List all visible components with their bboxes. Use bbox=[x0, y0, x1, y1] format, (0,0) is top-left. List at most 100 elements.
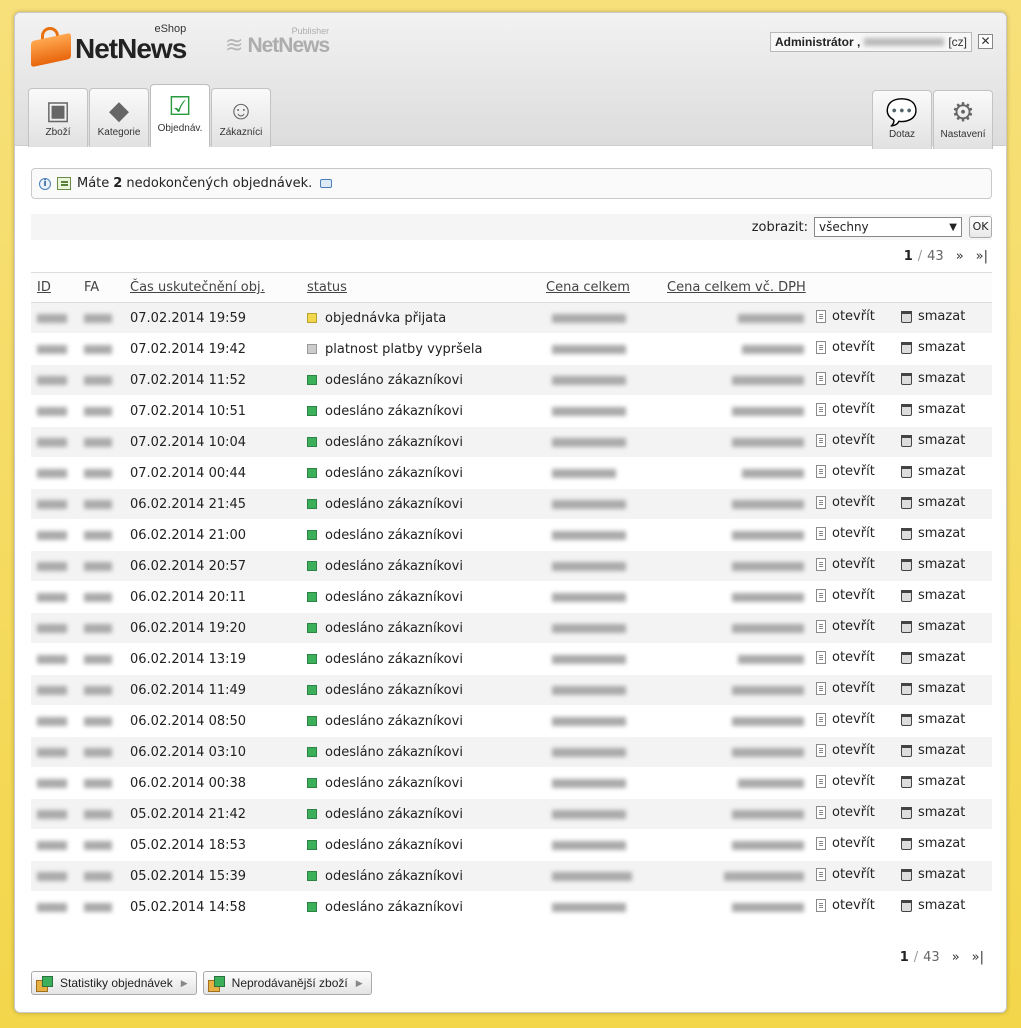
language-switch[interactable]: [cz] bbox=[948, 35, 967, 49]
delete-order-link[interactable]: smazat bbox=[895, 891, 992, 923]
delete-order-link[interactable]: smazat bbox=[895, 333, 992, 365]
table-row[interactable]: 06.02.2014 03:10 odesláno zákazníkovi otev… bbox=[31, 736, 992, 768]
delete-order-link[interactable]: smazat bbox=[895, 550, 992, 582]
open-order-link[interactable]: otevřít bbox=[810, 643, 895, 675]
table-row[interactable]: 05.02.2014 14:58 odesláno zákazníkovi otev… bbox=[31, 891, 992, 923]
table-row[interactable]: 06.02.2014 20:57 odesláno zákazníkovi otev… bbox=[31, 550, 992, 582]
table-row[interactable]: 06.02.2014 20:11 odesláno zákazníkovi otev… bbox=[31, 581, 992, 613]
invoice-redacted bbox=[78, 798, 124, 830]
tab-customers[interactable]: ☺ Zákazníci bbox=[211, 88, 271, 147]
table-row[interactable]: 06.02.2014 08:50 odesláno zákazníkovi otev… bbox=[31, 705, 992, 737]
open-order-link[interactable]: otevřít bbox=[810, 736, 895, 768]
delete-order-link[interactable]: smazat bbox=[895, 798, 992, 830]
order-time: 05.02.2014 18:53 bbox=[124, 829, 301, 861]
delete-order-link[interactable]: smazat bbox=[895, 519, 992, 551]
delete-order-link[interactable]: smazat bbox=[895, 736, 992, 768]
delete-order-link[interactable]: smazat bbox=[895, 860, 992, 892]
open-order-link[interactable]: otevřít bbox=[810, 798, 895, 830]
table-row[interactable]: 06.02.2014 21:00 odesláno zákazníkovi otev… bbox=[31, 519, 992, 551]
table-row[interactable]: 06.02.2014 00:38 odesláno zákazníkovi otev… bbox=[31, 767, 992, 799]
col-price-vat[interactable]: Cena celkem vč. DPH bbox=[661, 272, 810, 303]
open-order-link[interactable]: otevřít bbox=[810, 364, 895, 396]
delete-order-link[interactable]: smazat bbox=[895, 674, 992, 706]
tab-products[interactable]: ▣ Zboží bbox=[28, 88, 88, 147]
table-row[interactable]: 05.02.2014 21:42 odesláno zákazníkovi otev… bbox=[31, 798, 992, 830]
table-row[interactable]: 06.02.2014 13:19 odesláno zákazníkovi otev… bbox=[31, 643, 992, 675]
last-page-button[interactable]: »| bbox=[976, 249, 988, 264]
products-stats-icon bbox=[207, 976, 225, 992]
open-order-link[interactable]: otevřít bbox=[810, 705, 895, 737]
open-order-link[interactable]: otevřít bbox=[810, 395, 895, 427]
delete-order-link[interactable]: smazat bbox=[895, 488, 992, 520]
tab-settings[interactable]: ⚙ Nastavení bbox=[933, 90, 993, 149]
status-icon bbox=[307, 405, 317, 416]
delete-order-link[interactable]: smazat bbox=[895, 612, 992, 644]
top-products-button[interactable]: Neprodávanější zboží ▶ bbox=[202, 971, 372, 995]
comment-icon[interactable] bbox=[320, 179, 333, 188]
open-order-link[interactable]: otevřít bbox=[810, 488, 895, 520]
invoice-redacted bbox=[78, 705, 124, 737]
price-vat-redacted bbox=[661, 705, 810, 737]
open-order-link[interactable]: otevřít bbox=[810, 519, 895, 551]
table-row[interactable]: 07.02.2014 10:51 odesláno zákazníkovi otev… bbox=[31, 395, 992, 427]
col-time[interactable]: Čas uskutečnění obj. bbox=[124, 272, 301, 303]
delete-order-link[interactable]: smazat bbox=[895, 395, 992, 427]
table-row[interactable]: 07.02.2014 19:42 platnost platby vypršela… bbox=[31, 333, 992, 365]
table-row[interactable]: 07.02.2014 11:52 odesláno zákazníkovi otev… bbox=[31, 364, 992, 396]
next-page-button[interactable]: » bbox=[956, 249, 964, 264]
delete-order-link[interactable]: smazat bbox=[895, 767, 992, 799]
delete-order-link[interactable]: smazat bbox=[895, 643, 992, 675]
next-page-button[interactable]: » bbox=[952, 950, 960, 965]
open-order-link[interactable]: otevřít bbox=[810, 333, 895, 365]
open-label: otevřít bbox=[832, 557, 875, 572]
delete-order-link[interactable]: smazat bbox=[895, 705, 992, 737]
table-row[interactable]: 05.02.2014 15:39 odesláno zákazníkovi otev… bbox=[31, 860, 992, 892]
delete-order-link[interactable]: smazat bbox=[895, 829, 992, 861]
open-order-link[interactable]: otevřít bbox=[810, 767, 895, 799]
price-vat-redacted bbox=[661, 891, 810, 923]
table-row[interactable]: 05.02.2014 18:53 odesláno zákazníkovi otev… bbox=[31, 829, 992, 861]
status-label: odesláno zákazníkovi bbox=[325, 372, 463, 388]
delete-order-link[interactable]: smazat bbox=[895, 364, 992, 396]
table-row[interactable]: 07.02.2014 10:04 odesláno zákazníkovi otev… bbox=[31, 426, 992, 458]
invoice-redacted bbox=[78, 364, 124, 396]
publisher-logo[interactable]: ≋ Publisher NetNews bbox=[225, 26, 330, 59]
table-row[interactable]: 07.02.2014 00:44 odesláno zákazníkovi otev… bbox=[31, 457, 992, 489]
table-row[interactable]: 06.02.2014 11:49 odesláno zákazníkovi otev… bbox=[31, 674, 992, 706]
table-row[interactable]: 06.02.2014 21:45 odesláno zákazníkovi otev… bbox=[31, 488, 992, 520]
order-status: odesláno zákazníkovi bbox=[301, 736, 540, 768]
tab-query[interactable]: 💬 Dotaz bbox=[872, 90, 932, 149]
col-status[interactable]: status bbox=[301, 272, 540, 303]
open-order-link[interactable]: otevřít bbox=[810, 612, 895, 644]
col-price[interactable]: Cena celkem bbox=[540, 272, 661, 303]
order-id-redacted bbox=[31, 550, 78, 582]
open-order-link[interactable]: otevřít bbox=[810, 891, 895, 923]
table-row[interactable]: 07.02.2014 19:59 objednávka přijata otevří… bbox=[31, 302, 992, 334]
logout-close-button[interactable]: ✕ bbox=[978, 34, 993, 49]
order-stats-button[interactable]: Statistiky objednávek ▶ bbox=[31, 971, 197, 995]
trash-icon bbox=[901, 868, 912, 881]
tab-orders[interactable]: ☑ Objednáv. bbox=[150, 84, 210, 147]
status-icon bbox=[307, 529, 317, 540]
open-order-link[interactable]: otevřít bbox=[810, 829, 895, 861]
open-order-link[interactable]: otevřít bbox=[810, 426, 895, 458]
open-order-link[interactable]: otevřít bbox=[810, 581, 895, 613]
ok-button[interactable]: OK bbox=[969, 216, 992, 238]
delete-order-link[interactable]: smazat bbox=[895, 426, 992, 458]
invoice-redacted bbox=[78, 302, 124, 334]
delete-order-link[interactable]: smazat bbox=[895, 581, 992, 613]
open-order-link[interactable]: otevřít bbox=[810, 550, 895, 582]
tab-categories[interactable]: ◆ Kategorie bbox=[89, 88, 149, 147]
col-id[interactable]: ID bbox=[31, 272, 78, 303]
open-order-link[interactable]: otevřít bbox=[810, 302, 895, 334]
last-page-button[interactable]: »| bbox=[972, 950, 984, 965]
eshop-logo[interactable]: eShop NetNews bbox=[29, 23, 187, 68]
delete-order-link[interactable]: smazat bbox=[895, 302, 992, 334]
delete-order-link[interactable]: smazat bbox=[895, 457, 992, 489]
open-order-link[interactable]: otevřít bbox=[810, 860, 895, 892]
filter-select[interactable]: všechny ▼ bbox=[814, 217, 962, 237]
document-icon bbox=[816, 310, 826, 323]
open-order-link[interactable]: otevřít bbox=[810, 457, 895, 489]
table-row[interactable]: 06.02.2014 19:20 odesláno zákazníkovi otev… bbox=[31, 612, 992, 644]
open-order-link[interactable]: otevřít bbox=[810, 674, 895, 706]
